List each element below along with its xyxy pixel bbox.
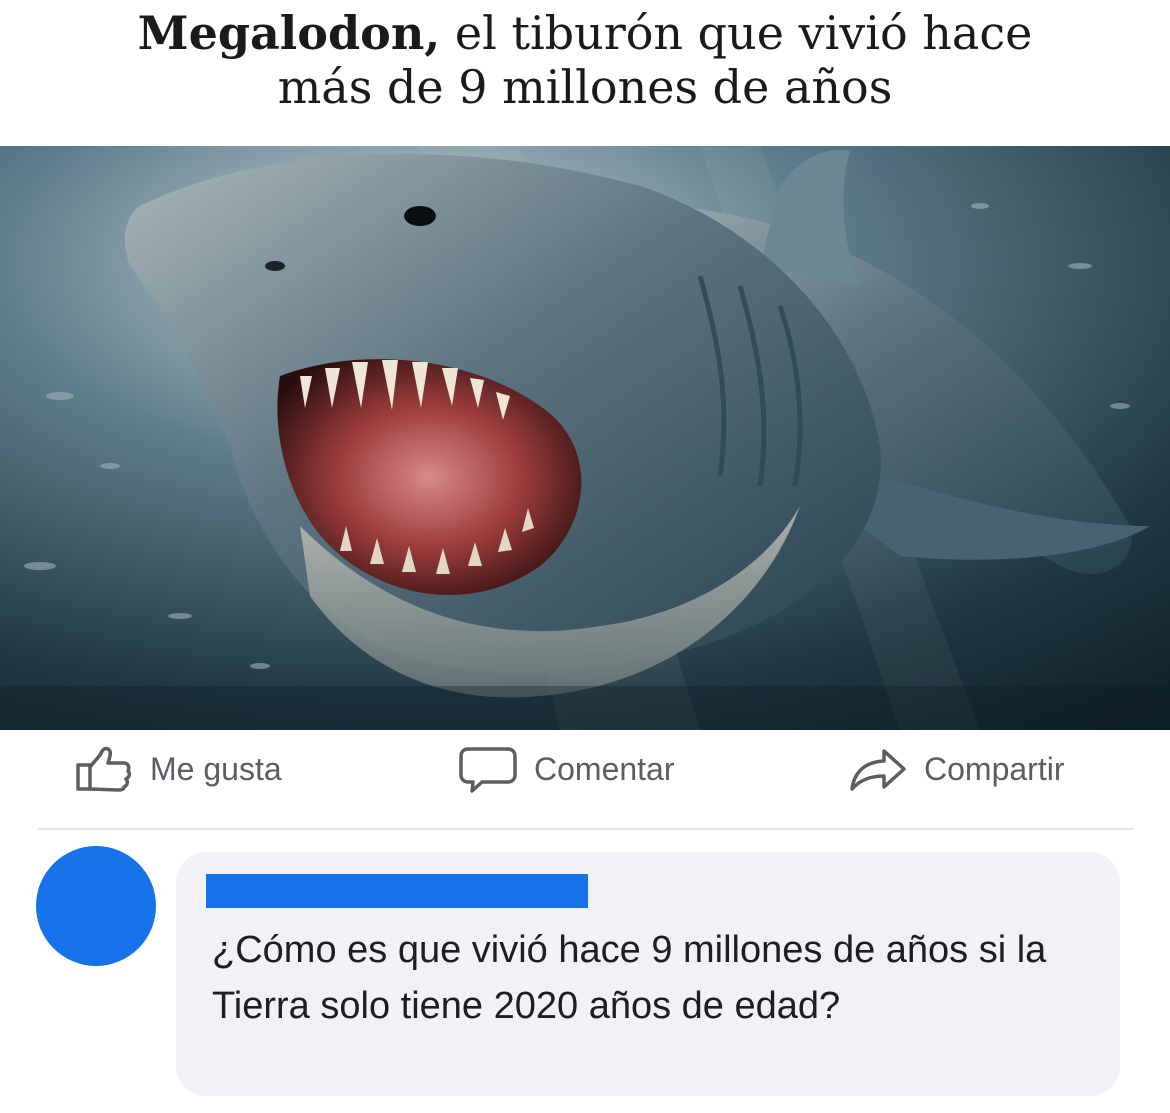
like-label: Me gusta — [150, 750, 282, 787]
comment-author-redacted[interactable] — [206, 874, 588, 908]
comment-bubble: ¿Cómo es que vivió hace 9 millones de añ… — [176, 852, 1120, 1096]
shark-illustration — [0, 146, 1170, 730]
avatar[interactable] — [36, 846, 156, 966]
post-image[interactable] — [0, 146, 1170, 730]
share-arrow-icon — [848, 745, 908, 793]
headline-line-2: más de 9 millones de años — [277, 60, 893, 114]
comment-label: Comentar — [534, 750, 675, 787]
headline-rest: el tiburón que vivió hace — [440, 6, 1033, 60]
share-button[interactable]: Compartir — [848, 745, 1064, 793]
comment-button[interactable]: Comentar — [458, 745, 675, 793]
post-headline: Megalodon, el tiburón que vivió hace más… — [0, 0, 1170, 146]
headline-line-1: Megalodon, el tiburón que vivió hace — [0, 6, 1170, 60]
post-actions-bar: Me gusta Comentar Compartir — [0, 735, 1170, 805]
divider — [38, 828, 1134, 830]
like-thumb-icon — [74, 745, 134, 793]
comment-bubble-icon — [458, 745, 518, 793]
headline-bold: Megalodon, — [137, 6, 441, 60]
like-button[interactable]: Me gusta — [74, 745, 282, 793]
comment-text: ¿Cómo es que vivió hace 9 millones de añ… — [212, 929, 1047, 1027]
share-label: Compartir — [924, 750, 1065, 787]
